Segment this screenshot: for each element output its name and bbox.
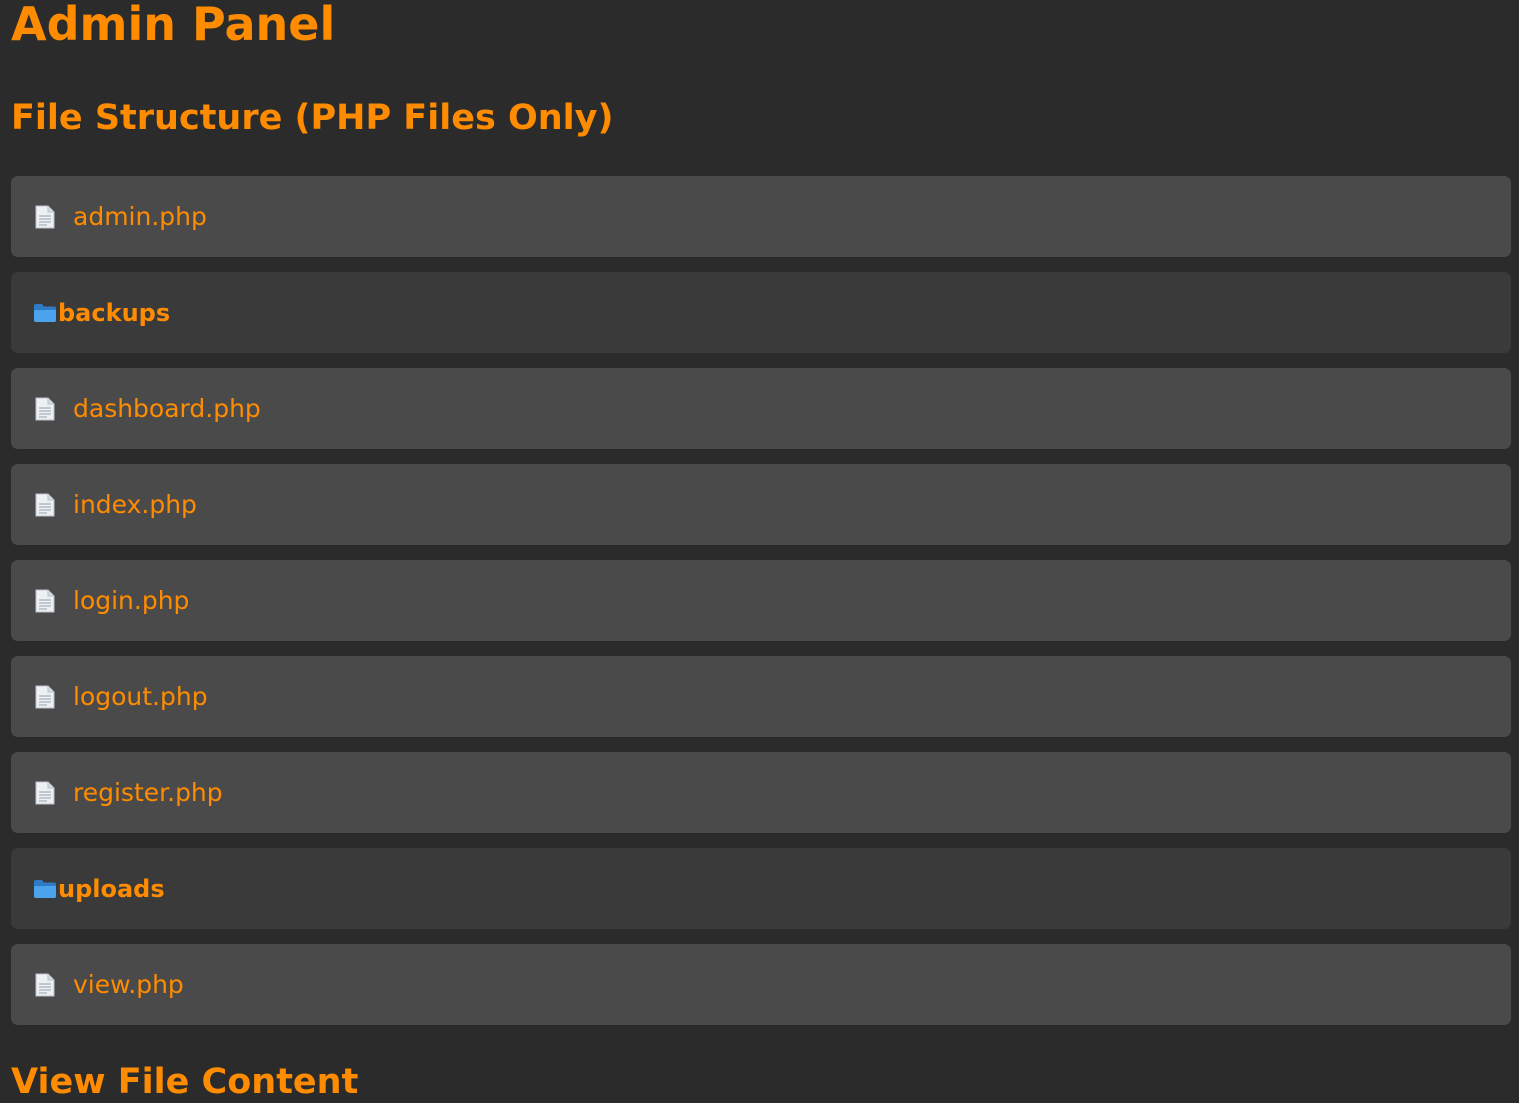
file-item-admin-php[interactable]: admin.php [11,176,1511,257]
page-title: Admin Panel [11,0,336,51]
file-name: admin.php [73,202,207,231]
document-icon [33,589,57,613]
folder-item-backups[interactable]: backups [11,272,1511,353]
file-name: logout.php [73,682,208,711]
file-item-dashboard-php[interactable]: dashboard.php [11,368,1511,449]
file-structure-heading: File Structure (PHP Files Only) [11,98,614,138]
document-icon [33,685,57,709]
file-item-index-php[interactable]: index.php [11,464,1511,545]
folder-name: uploads [58,874,165,903]
file-name: index.php [73,490,197,519]
document-icon [33,781,57,805]
admin-panel-page: Admin Panel File Structure (PHP Files On… [0,0,1519,1103]
folder-item-uploads[interactable]: uploads [11,848,1511,929]
file-name: login.php [73,586,190,615]
folder-name: backups [58,298,171,327]
document-icon [33,493,57,517]
file-name: view.php [73,970,184,999]
file-name: dashboard.php [73,394,261,423]
file-item-logout-php[interactable]: logout.php [11,656,1511,737]
view-file-content-heading: View File Content [11,1062,359,1102]
document-icon [33,205,57,229]
file-item-login-php[interactable]: login.php [11,560,1511,641]
file-name: register.php [73,778,223,807]
folder-icon [33,301,57,325]
file-item-register-php[interactable]: register.php [11,752,1511,833]
document-icon [33,973,57,997]
file-item-view-php[interactable]: view.php [11,944,1511,1025]
document-icon [33,397,57,421]
file-list: admin.php backups dashboard.php index.php lo… [11,176,1511,1040]
folder-icon [33,877,57,901]
